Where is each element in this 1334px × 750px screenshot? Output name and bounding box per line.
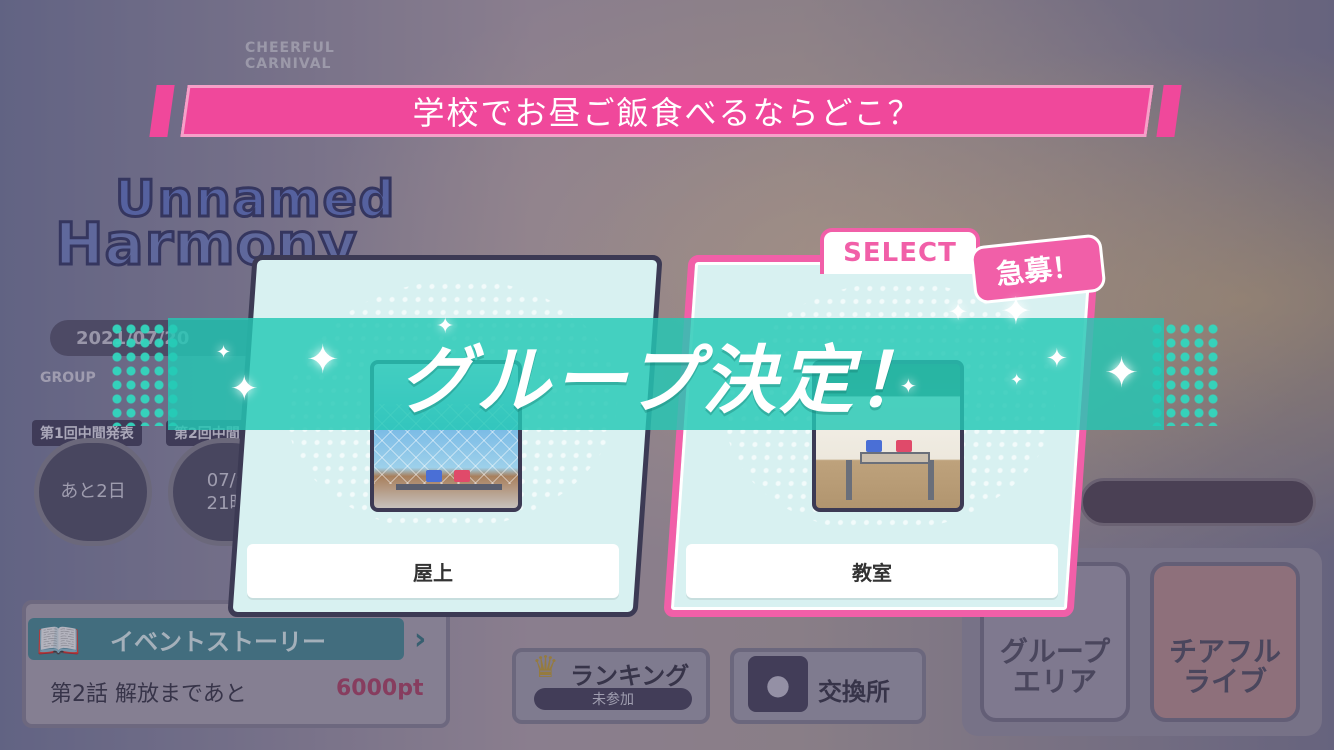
option-label-rooftop[interactable]: 屋上 <box>247 544 619 598</box>
sparkle-icon: ✦ <box>1104 348 1140 397</box>
desk <box>860 452 930 464</box>
lunchbox-blue-icon <box>866 440 882 452</box>
sparkle-icon: ✦ <box>900 374 917 398</box>
sparkle-icon: ✦ <box>1000 289 1032 333</box>
lunchbox-blue-icon <box>426 470 442 482</box>
lunchbox-red-icon <box>896 440 912 452</box>
sparkle-icon: ✦ <box>1010 370 1024 389</box>
sparkle-icon: ✦ <box>306 337 340 383</box>
bench <box>396 484 502 490</box>
sparkle-icon: ✦ <box>216 342 232 363</box>
select-tag: SELECT <box>820 228 980 274</box>
question-text: 学校でお昼ご飯食べるならどこ？ <box>412 94 922 132</box>
sparkle-icon: ✦ <box>230 369 259 409</box>
sparkle-icon: ✦ <box>436 314 455 339</box>
option-label-classroom[interactable]: 教室 <box>686 544 1058 598</box>
sparkle-icon: ✦ <box>1046 344 1068 374</box>
sparkle-icon: ✦ <box>948 298 969 326</box>
chair <box>846 460 852 500</box>
chair <box>928 460 934 500</box>
lunchbox-red-icon <box>454 470 470 482</box>
